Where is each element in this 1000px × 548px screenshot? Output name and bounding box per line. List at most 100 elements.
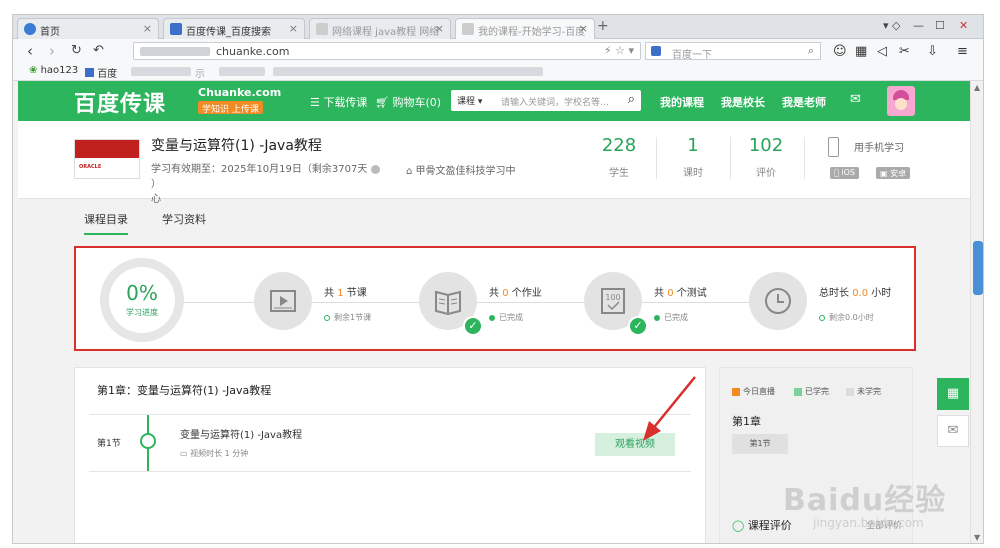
course-eval-heading: ◯ 课程评价 (732, 519, 792, 532)
url-input[interactable]: chuanke.com ⚡ ☆ ▾ (133, 42, 641, 60)
star-icon[interactable]: ⚡ ☆ ▾ (604, 44, 634, 57)
bookmark-blurred[interactable]: 示 (195, 65, 205, 80)
scroll-thumb[interactable] (973, 241, 983, 295)
window-close-button[interactable]: ✕ (959, 19, 968, 32)
tab-my-course[interactable]: 我的课程-开始学习-百度 × (455, 18, 595, 39)
url-blur (140, 47, 210, 56)
avatar-face (895, 98, 907, 110)
watermark-url: jingyan.baidu.com (813, 516, 924, 530)
stat-reviews: 102 评价 (748, 135, 784, 179)
home-icon: ⌂ (406, 166, 416, 177)
tab-list-icon[interactable]: ▾ ◇ (883, 19, 900, 32)
progress-inner: 0% 学习进度 (109, 267, 175, 333)
legend-done: 已学完 (794, 386, 829, 397)
leaf-icon: ❀ (29, 65, 38, 76)
avatar[interactable] (887, 86, 915, 116)
info-icon[interactable] (370, 164, 380, 174)
homework-count: 共 0 个作业 (489, 288, 542, 299)
divider (656, 137, 657, 179)
bookmark-hao123[interactable]: ❀ hao123 (29, 65, 78, 76)
site-logo-en: Chuanke.com (198, 86, 282, 99)
address-row: ‹ › ↻ ↶ chuanke.com ⚡ ☆ ▾ 百度一下 ⌕ ☺ ▦ ◁ ✂… (13, 39, 983, 63)
cart-link[interactable]: 🛒︎ 购物车(0) (375, 94, 441, 110)
my-courses-link[interactable]: 我的课程 (660, 94, 704, 110)
check-icon: ✓ (463, 316, 483, 336)
tab-java-course[interactable]: 网络课程 java教程 网络 × (309, 18, 451, 39)
divider (804, 137, 805, 179)
progress-label: 学习进度 (126, 308, 158, 317)
search-icon[interactable]: ⌕ (808, 44, 814, 58)
teacher-link[interactable]: 我是老师 (782, 94, 826, 110)
tab-materials[interactable]: 学习资料 (162, 211, 206, 227)
tab-home[interactable]: 首页 × (17, 18, 159, 39)
lessons-count: 共 1 节课 (324, 288, 367, 299)
test-paper-icon: 100 (601, 288, 625, 314)
course-org[interactable]: ⌂ 甲骨文盈佳科技学习中 (406, 162, 516, 177)
close-icon[interactable]: × (579, 22, 588, 35)
chapter-title: 第1章：变量与运算符(1) -Java教程 (97, 384, 272, 397)
legend-todo: 未学完 (846, 386, 881, 397)
video-icon (270, 290, 296, 312)
video-icon: ▭ (180, 449, 191, 458)
cart-icon: 🛒︎ (375, 96, 393, 109)
site-search[interactable]: 课程 ▾ 请输入关键词，学校名等… ⌕ (451, 90, 641, 111)
tab-bar: 首页 × 百度传课_百度搜索 × 网络课程 java教程 网络 × 我的课程-开… (13, 15, 983, 39)
search-category-select[interactable]: 课程 ▾ (457, 94, 482, 107)
tab-catalog[interactable]: 课程目录 (84, 211, 128, 235)
back-icon[interactable]: ‹ (27, 42, 33, 60)
smile-icon[interactable]: ☺ (833, 44, 847, 59)
sidebar-section[interactable]: 第1节 (732, 434, 788, 454)
scroll-up-icon[interactable]: ▲ (974, 83, 980, 92)
download-link[interactable]: ☰ 下载传课 (310, 94, 367, 110)
baidu-search-icon (651, 46, 661, 56)
reload-icon[interactable]: ↻ (71, 43, 82, 58)
status-dot (654, 314, 660, 321)
grid-icon[interactable]: ▦ (855, 44, 867, 59)
bookmark-baidu[interactable]: 百度 (85, 65, 117, 80)
minimize-button[interactable]: — (913, 19, 924, 32)
close-icon[interactable]: × (143, 22, 152, 35)
menu-icon: ☰ (310, 96, 324, 109)
download-icon[interactable]: ⇩ (927, 44, 938, 59)
scrollbar[interactable]: ▲ ▼ (970, 81, 983, 543)
site-logo[interactable]: 百度传课 (74, 86, 166, 118)
tests-count: 共 0 个测试 (654, 288, 707, 299)
feedback-mail-button[interactable]: ✉ (937, 415, 969, 447)
forward-icon[interactable]: › (49, 42, 55, 60)
maximize-button[interactable]: ☐ (935, 19, 945, 32)
phone-icon (828, 137, 839, 157)
menu-icon[interactable]: ≡ (957, 44, 968, 59)
status-dot (489, 314, 495, 321)
annotation-arrow-icon (643, 376, 696, 441)
undo-icon[interactable]: ↶ (93, 43, 104, 58)
course-info: ORACLE 变量与运算符(1) -Java教程 学习有效期至：2025年10月… (18, 121, 970, 205)
tests-status: 已完成 (654, 312, 688, 323)
ios-button[interactable]:  iOS (830, 167, 859, 179)
course-title: 变量与运算符(1) -Java教程 (151, 138, 322, 154)
tests-circle: 100 ✓ (584, 272, 648, 336)
principal-link[interactable]: 我是校长 (721, 94, 765, 110)
close-icon[interactable]: × (435, 22, 444, 35)
legend-swatch (732, 387, 740, 396)
lesson-title[interactable]: 变量与运算符(1) -Java教程 (180, 426, 302, 441)
baidu-icon (170, 23, 182, 35)
scroll-down-icon[interactable]: ▼ (974, 533, 980, 542)
sidebar-chapter: 第1章 (732, 415, 761, 428)
progress-panel: 0% 学习进度 共 1 节课 剩余1节课 ✓ 共 0 个作业 已完成 100 ✓… (74, 246, 916, 351)
browser-search-input[interactable]: 百度一下 ⌕ (645, 42, 821, 61)
tab-baidu-search[interactable]: 百度传课_百度搜索 × (163, 18, 305, 39)
new-tab-button[interactable]: + (597, 18, 609, 34)
lessons-circle (254, 272, 312, 330)
baidu-jingyan-watermark: Baidu经验 (783, 483, 947, 518)
speaker-icon[interactable]: ◁ (877, 44, 887, 59)
scissors-icon[interactable]: ✂ (899, 44, 910, 59)
search-icon[interactable]: ⌕ (628, 92, 635, 107)
baidu-icon (85, 68, 94, 77)
mail-icon[interactable]: ✉ (850, 92, 861, 107)
course-thumbnail[interactable]: ORACLE (74, 139, 140, 179)
close-icon[interactable]: × (289, 22, 298, 35)
android-button[interactable]: ▣ 安卓 (876, 167, 911, 179)
qr-code-button[interactable]: ▦ (937, 378, 969, 410)
thumbnail-banner (75, 140, 139, 158)
site-search-input[interactable]: 请输入关键词，学校名等… (501, 95, 609, 108)
